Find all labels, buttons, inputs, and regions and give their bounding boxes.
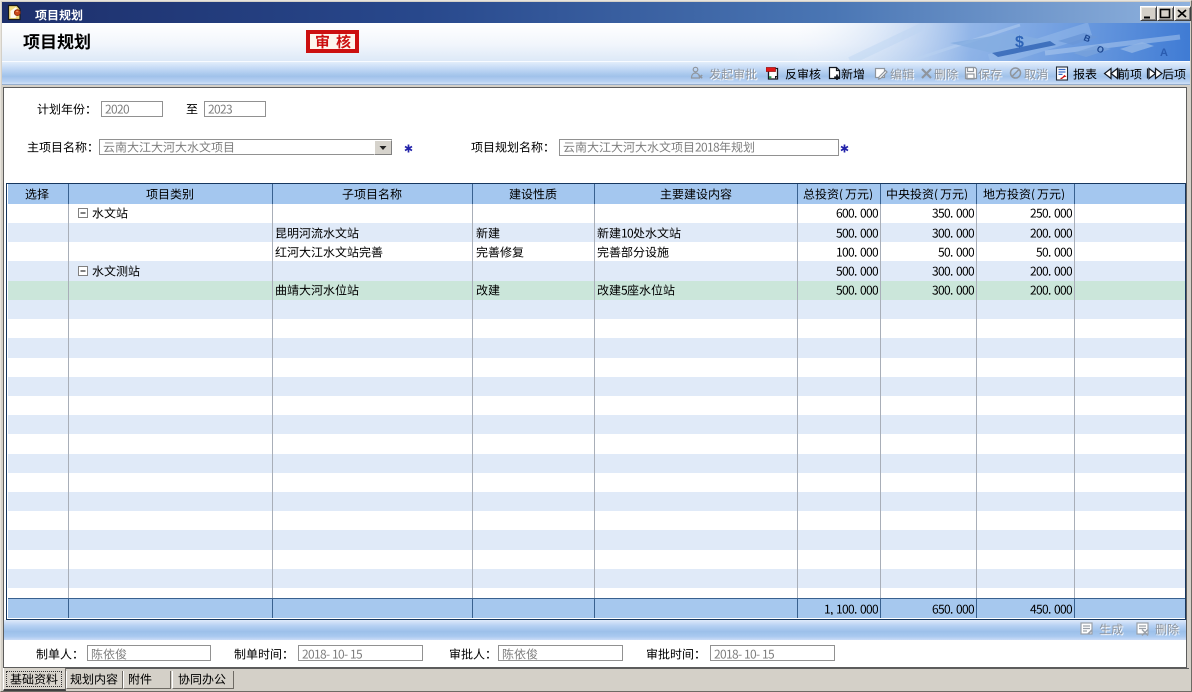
svg-text:$: $	[1015, 34, 1024, 51]
svg-text:A: A	[1160, 47, 1168, 59]
